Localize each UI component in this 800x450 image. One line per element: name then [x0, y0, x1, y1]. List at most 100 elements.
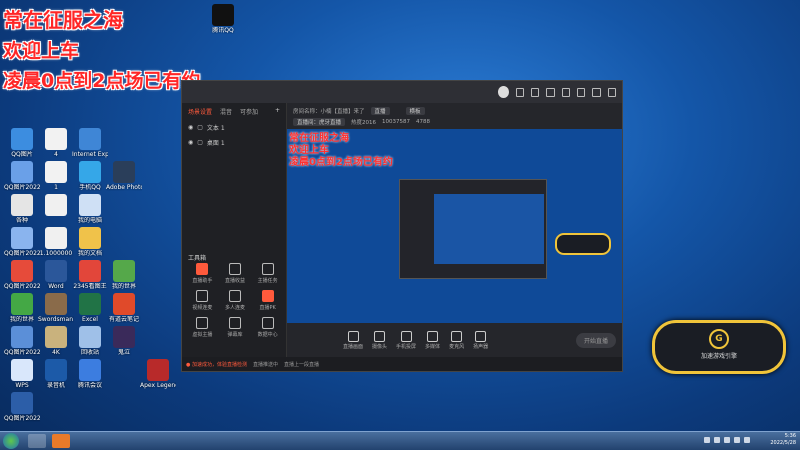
- desktop-icon[interactable]: QQ图片: [4, 128, 40, 158]
- desktop-icon[interactable]: 4: [38, 128, 74, 158]
- app-icon: [212, 4, 234, 26]
- status-last: 直播上一段直播: [283, 361, 319, 368]
- preview-line-2: 欢迎上车: [289, 145, 329, 156]
- control-button[interactable]: 麦克风: [449, 330, 464, 350]
- lock-icon[interactable]: ▢: [197, 124, 203, 131]
- desktop-icon[interactable]: QQ图片20220328: [4, 392, 40, 422]
- menu-icon[interactable]: [561, 87, 571, 97]
- live-tag[interactable]: 直播: [370, 106, 390, 115]
- tool-icon: [196, 263, 209, 275]
- desktop-icon[interactable]: QQ图片20220506: [4, 326, 40, 356]
- tool-icon: [261, 263, 274, 275]
- stream-preview[interactable]: 常在征服之海 欢迎上车 凌晨0点到2点场已有约: [287, 129, 622, 343]
- desktop-icon[interactable]: 我的世界: [106, 260, 142, 290]
- source-item[interactable]: ◉ ▢ 文本 1: [182, 120, 286, 135]
- start-live-button[interactable]: 开始直播: [575, 332, 616, 348]
- tool-item[interactable]: 弹幕库: [219, 317, 252, 338]
- tool-item[interactable]: 直播收益: [219, 263, 252, 284]
- tool-label: 视频连麦: [192, 305, 213, 311]
- start-button[interactable]: [3, 433, 19, 449]
- avatar[interactable]: [498, 86, 509, 98]
- desktop-icon[interactable]: Excel: [72, 293, 108, 323]
- tool-label: 多人连麦: [224, 305, 245, 311]
- eye-icon[interactable]: ◉: [188, 124, 193, 131]
- preview-overlay-text: 常在征服之海 欢迎上车 凌晨0点到2点场已有约: [289, 133, 393, 169]
- control-button[interactable]: 多媒体: [425, 330, 440, 350]
- app-icon: [79, 128, 101, 150]
- desktop-icon-label: 手机QQ: [79, 184, 101, 191]
- desktop-icon[interactable]: 我的世界: [4, 293, 40, 323]
- taskbar-app-icon[interactable]: [52, 434, 70, 448]
- desktop-icon[interactable]: Internet Explorer: [72, 128, 108, 158]
- message-icon[interactable]: [531, 87, 540, 97]
- layout-mode[interactable]: 横板: [405, 106, 425, 115]
- desktop-icon[interactable]: 4K: [38, 326, 74, 356]
- desktop-icon[interactable]: 鬼泣: [106, 326, 142, 356]
- desktop-icon[interactable]: 我的文档: [72, 227, 108, 257]
- tray-security-icon[interactable]: [724, 437, 730, 443]
- desktop-icon[interactable]: 手机QQ: [72, 161, 108, 191]
- desktop-icon[interactable]: 1: [38, 161, 74, 191]
- tray-flag-icon[interactable]: [744, 437, 750, 443]
- desktop-icon[interactable]: 腾讯会议: [72, 359, 108, 389]
- tab-scene[interactable]: 场景设置: [188, 107, 212, 116]
- accelerator-widget[interactable]: G 加速游戏引擎: [652, 320, 786, 374]
- desktop-icon[interactable]: 各种: [4, 194, 40, 224]
- platform-label[interactable]: 直播间：虎牙直播: [293, 117, 346, 126]
- desktop-icon[interactable]: 2345看图王: [72, 260, 108, 290]
- tab-extra[interactable]: 可参加: [240, 107, 258, 116]
- desktop-icon[interactable]: 1.1000000: [38, 227, 74, 257]
- accelerator-logo-icon: G: [709, 329, 729, 349]
- desktop-icon[interactable]: 腾讯QQ: [205, 4, 241, 34]
- close-button[interactable]: [607, 87, 616, 97]
- settings-icon[interactable]: [546, 87, 555, 97]
- maximize-button[interactable]: [592, 87, 601, 97]
- app-icon: [45, 128, 67, 150]
- main-panel: 房间名称：小楠【直播】来了 直播 横板 直播间：虎牙直播 热度2016 1003…: [287, 103, 622, 357]
- desktop-icon[interactable]: Apex Legends: [140, 359, 176, 389]
- tray-ime-icon[interactable]: [734, 437, 740, 443]
- desktop-icon[interactable]: Adobe Photoshop: [106, 161, 142, 191]
- desktop-icon[interactable]: Swordsman Legends: [38, 293, 74, 323]
- desktop-icon[interactable]: 录音机: [38, 359, 74, 389]
- control-button[interactable]: 手机投屏: [396, 330, 416, 350]
- app-icon: [11, 392, 33, 414]
- desktop-icon[interactable]: QQ图片20220523: [4, 260, 40, 290]
- tool-item[interactable]: 虚拟主播: [186, 317, 219, 338]
- taskbar-explorer-icon[interactable]: [28, 434, 46, 448]
- desktop-icon-label: 鬼泣: [117, 349, 130, 356]
- desktop-icon[interactable]: Word: [38, 260, 74, 290]
- tool-item[interactable]: 视频连麦: [186, 290, 219, 311]
- desktop-icon[interactable]: 有道云笔记: [106, 293, 142, 323]
- desktop-icon[interactable]: 我的电脑: [72, 194, 108, 224]
- app-icon: [147, 359, 169, 381]
- tool-item[interactable]: 直播PK: [251, 290, 284, 311]
- eye-icon[interactable]: ◉: [188, 139, 193, 146]
- clock[interactable]: 5:36 2022/5/28: [770, 433, 796, 447]
- desktop-icon[interactable]: 回收站: [72, 326, 108, 356]
- tool-item[interactable]: 多人连麦: [219, 290, 252, 311]
- tray-network-icon[interactable]: [704, 437, 710, 443]
- desktop-icon[interactable]: [38, 194, 74, 217]
- lock-icon[interactable]: ▢: [197, 139, 203, 146]
- app-icon: [113, 293, 135, 315]
- source-item[interactable]: ◉ ▢ 桌面 1: [182, 135, 286, 150]
- desktop-icon-label: 各种: [15, 217, 28, 224]
- tool-item[interactable]: 数据中心: [251, 317, 284, 338]
- control-label: 扬声器: [473, 343, 489, 350]
- skin-icon[interactable]: [515, 87, 525, 97]
- control-button[interactable]: 摄像头: [372, 330, 387, 350]
- tab-mixer[interactable]: 混音: [220, 107, 232, 116]
- tool-item[interactable]: 直播助手: [186, 263, 219, 284]
- control-button[interactable]: 直播画面: [343, 330, 363, 350]
- desktop-icon[interactable]: QQ图片20221120: [4, 227, 40, 257]
- tray-volume-icon[interactable]: [714, 437, 720, 443]
- tool-item[interactable]: 主播任务: [251, 263, 284, 284]
- app-icon: [79, 161, 101, 183]
- desktop-icon[interactable]: WPS: [4, 359, 40, 389]
- desktop-icon[interactable]: QQ图片20220501: [4, 161, 40, 191]
- app-icon: [79, 293, 101, 315]
- control-button[interactable]: 扬声器: [473, 330, 489, 350]
- minimize-button[interactable]: [577, 87, 586, 97]
- add-scene-button[interactable]: +: [275, 107, 280, 116]
